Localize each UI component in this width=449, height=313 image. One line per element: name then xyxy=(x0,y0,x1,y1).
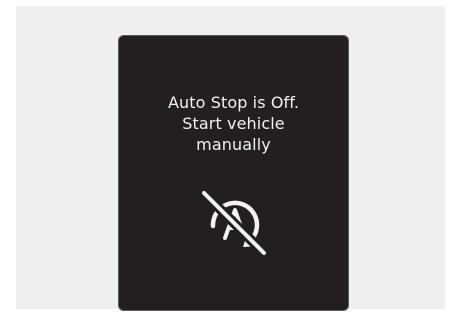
message-line-1: Auto Stop is Off. xyxy=(167,93,300,112)
message-line-3: manually xyxy=(196,135,271,154)
auto-stop-warning-panel: Auto Stop is Off. Start vehicle manually xyxy=(118,35,349,311)
message-line-2: Start vehicle xyxy=(182,114,285,133)
auto-stop-off-icon xyxy=(191,182,279,262)
warning-message: Auto Stop is Off. Start vehicle manually xyxy=(118,92,349,155)
